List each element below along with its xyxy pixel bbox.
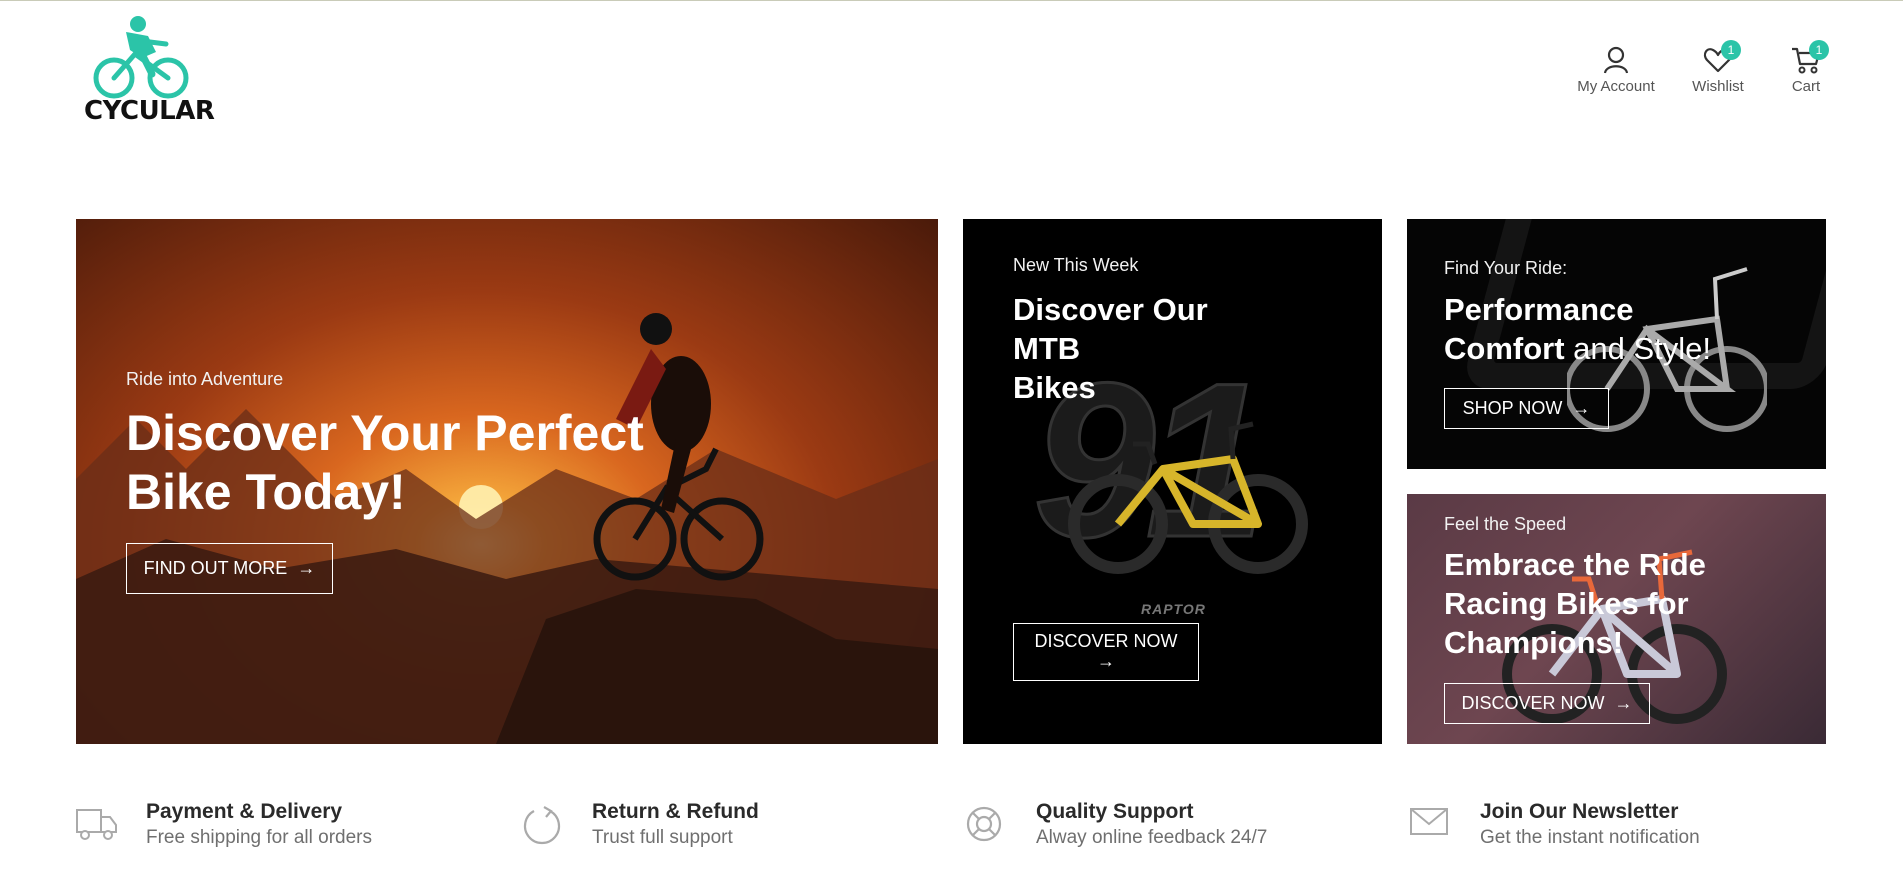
racing-title: Embrace the Ride Racing Bikes for Champi… <box>1444 546 1706 662</box>
racing-title-line-2: Racing Bikes for <box>1444 585 1689 621</box>
performance-title-light: and Style! <box>1564 330 1712 366</box>
performance-title-bold: Comfort <box>1444 330 1565 366</box>
my-account-link[interactable]: My Account <box>1573 46 1659 95</box>
feature-subtitle: Trust full support <box>592 827 733 848</box>
mtb-eyebrow: New This Week <box>1013 255 1139 275</box>
racing-title-line-3: Champions! <box>1444 624 1624 660</box>
performance-eyebrow: Find Your Ride: <box>1444 258 1568 278</box>
performance-banner[interactable]: Find Your Ride: Performance Comfort and … <box>1407 219 1826 469</box>
cyclist-logo-icon <box>93 16 189 99</box>
brand-name: CYCULAR <box>84 96 215 126</box>
feature-subtitle: Alway online feedback 24/7 <box>1036 827 1268 848</box>
find-out-more-button[interactable]: FIND OUT MORE → <box>126 543 333 594</box>
yellow-mtb-bike-image <box>1068 421 1308 574</box>
top-border <box>0 0 1903 1</box>
find-out-more-label: FIND OUT MORE <box>143 558 288 578</box>
performance-title-line-2: Comfort and Style! <box>1444 330 1711 369</box>
cart-count-badge: 1 <box>1809 40 1829 60</box>
site-logo[interactable]: CYCULAR <box>84 14 215 126</box>
mtb-title-line-2: MTB <box>1013 330 1081 366</box>
user-icon <box>1603 46 1629 74</box>
racing-title-line-1: Embrace the Ride <box>1444 547 1706 582</box>
hero-title: Discover Your Perfect Bike Today! <box>126 404 644 521</box>
arrow-right-icon: → <box>1609 693 1633 713</box>
hero-eyebrow: Ride into Adventure <box>126 369 284 389</box>
wishlist-count-badge: 1 <box>1721 40 1741 60</box>
feature-subtitle: Free shipping for all orders <box>146 827 372 848</box>
lifebuoy-icon <box>966 806 1002 842</box>
mtb-title-line-3: Bikes <box>1013 369 1096 405</box>
racing-discover-now-label: DISCOVER NOW <box>1461 693 1605 713</box>
mail-icon <box>1410 808 1448 835</box>
mtb-title-line-1: Discover Our <box>1013 292 1208 327</box>
mtb-discover-now-button[interactable]: DISCOVER NOW → <box>1013 623 1199 681</box>
hero-banner[interactable]: Ride into Adventure Discover Your Perfec… <box>76 219 938 744</box>
truck-icon <box>76 809 117 840</box>
my-account-label: My Account <box>1577 78 1655 95</box>
arrow-right-icon: → <box>1567 398 1591 418</box>
mtb-discover-now-label: DISCOVER NOW <box>1034 631 1178 651</box>
feature-title: Payment & Delivery <box>146 800 343 823</box>
arrow-right-icon: → <box>1097 651 1115 671</box>
mtb-banner[interactable]: 91 RAPTOR New This Week Discover Our MTB… <box>963 219 1382 744</box>
hero-title-line-1: Discover Your Perfect <box>126 405 644 461</box>
wishlist-label: Wishlist <box>1692 78 1744 95</box>
cart-label: Cart <box>1791 78 1821 95</box>
cart-icon-wrap: 1 <box>1791 40 1829 74</box>
bike-brand-text: RAPTOR <box>1141 601 1206 617</box>
hero-title-line-2: Bike Today! <box>126 463 406 520</box>
feature-subtitle: Get the instant notification <box>1480 827 1700 848</box>
refresh-icon <box>523 806 561 845</box>
feature-title: Return & Refund <box>592 800 759 823</box>
racing-banner[interactable]: Feel the Speed Embrace the Ride Racing B… <box>1407 494 1826 744</box>
feature-title: Quality Support <box>1036 800 1194 823</box>
cart-link[interactable]: 1 Cart <box>1786 40 1829 95</box>
arrow-right-icon: → <box>292 558 316 578</box>
mtb-title: Discover Our MTB Bikes <box>1013 291 1208 407</box>
wishlist-icon-wrap: 1 <box>1703 40 1741 74</box>
performance-title: Performance Comfort and Style! <box>1444 291 1711 369</box>
racing-eyebrow: Feel the Speed <box>1444 514 1567 534</box>
performance-title-line-1: Performance <box>1444 292 1634 327</box>
feature-title: Join Our Newsletter <box>1480 800 1679 823</box>
racing-discover-now-button[interactable]: DISCOVER NOW → <box>1444 683 1650 724</box>
shop-now-label: SHOP NOW <box>1462 398 1563 418</box>
shop-now-button[interactable]: SHOP NOW → <box>1444 388 1609 429</box>
wishlist-link[interactable]: 1 Wishlist <box>1690 40 1746 95</box>
